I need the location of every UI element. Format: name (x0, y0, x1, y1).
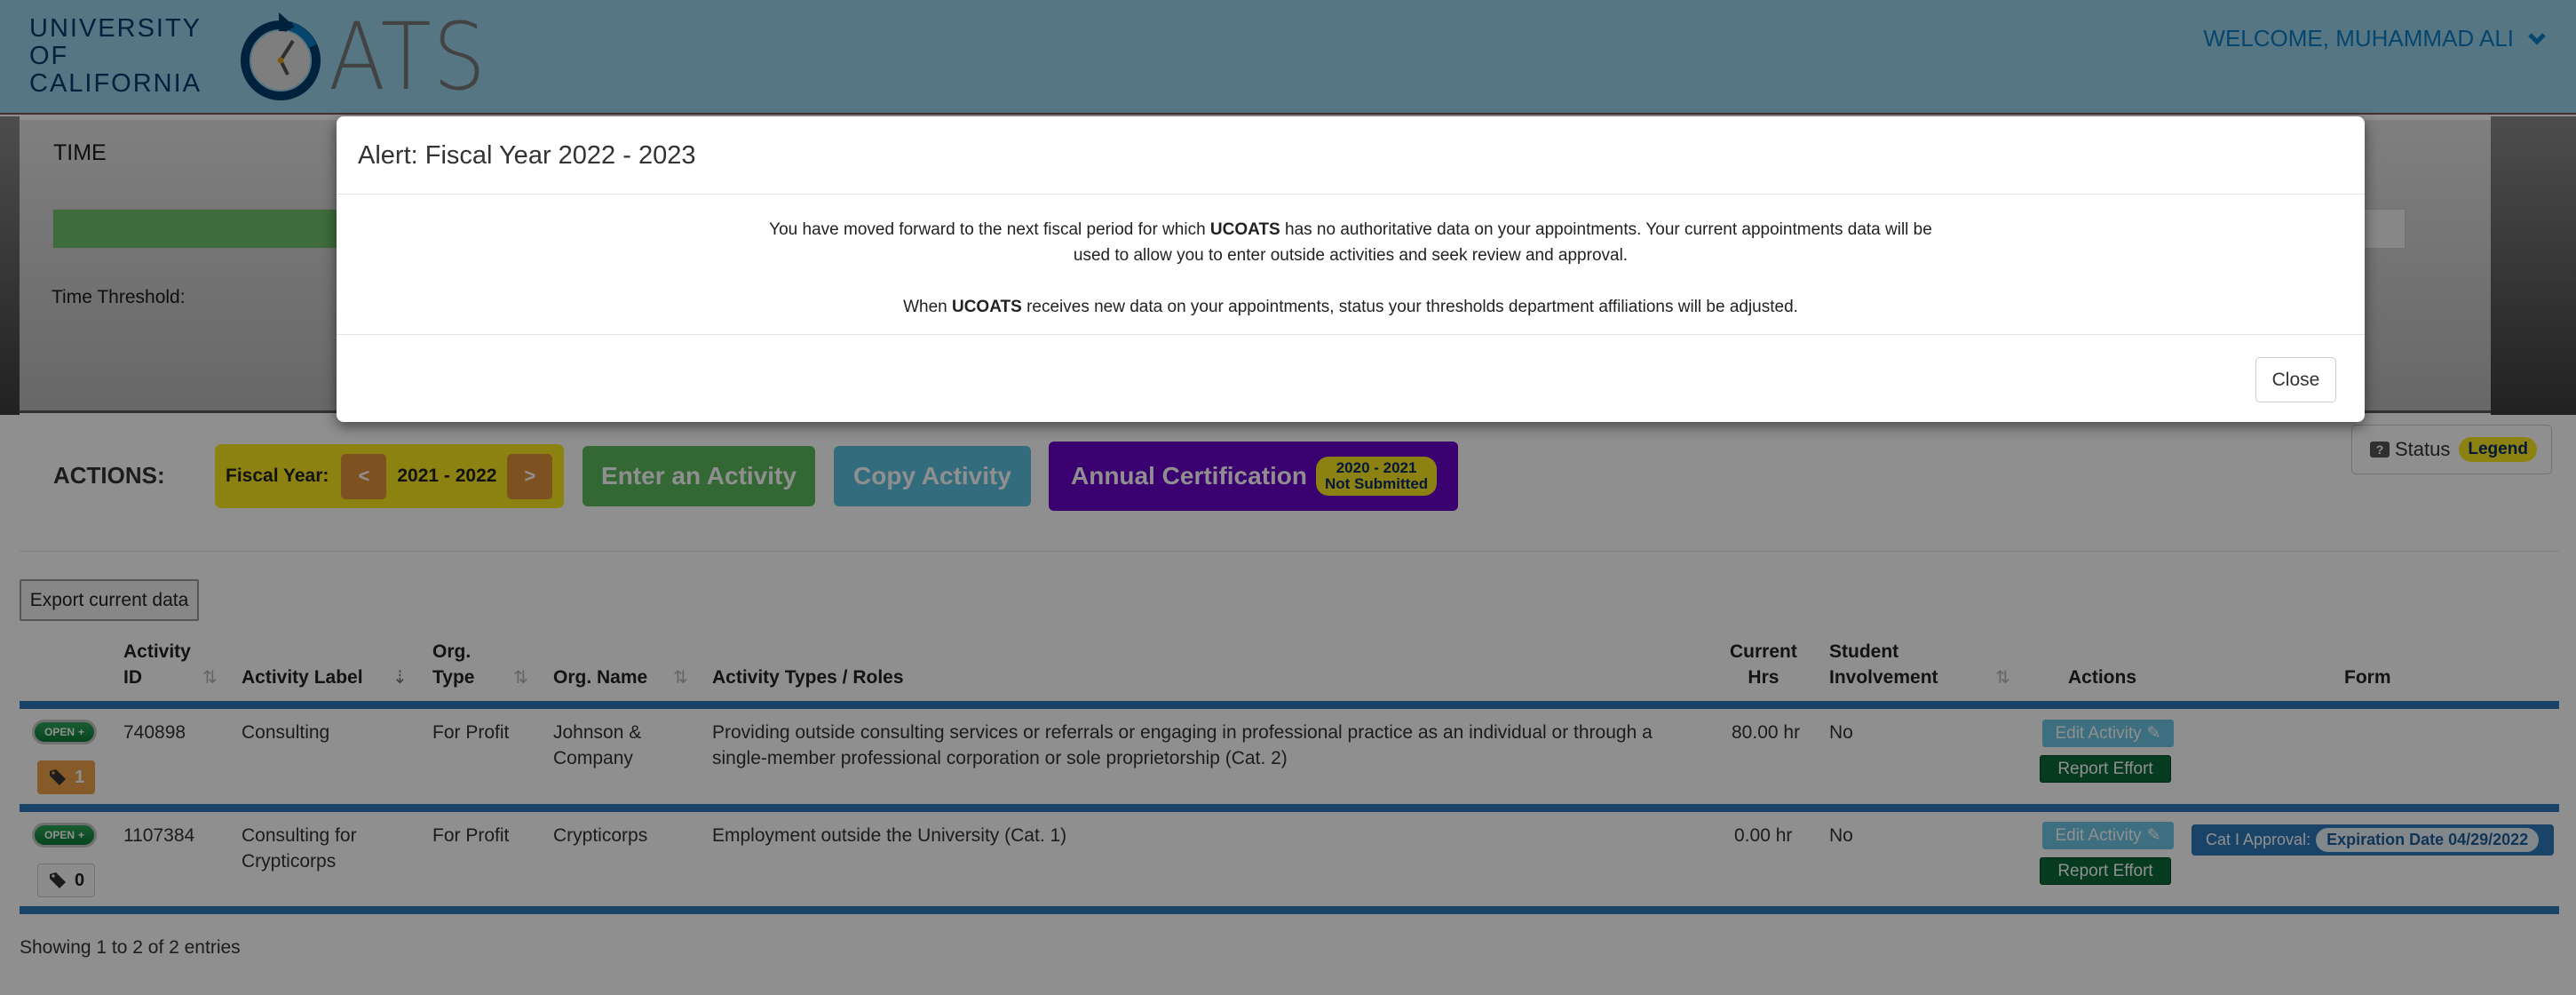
brand-name: UCOATS (1209, 220, 1280, 239)
text: receives new data on your appointments, … (1021, 298, 1798, 316)
brand-name: UCOATS (951, 298, 1022, 316)
modal-message-2: When UCOATS receives new data on your ap… (337, 294, 2365, 320)
modal-footer: Close (337, 336, 2365, 422)
close-button[interactable]: Close (2255, 357, 2336, 402)
fiscal-year-alert-modal: Alert: Fiscal Year 2022 - 2023 You have … (337, 116, 2365, 422)
text: When (903, 298, 952, 316)
modal-header: Alert: Fiscal Year 2022 - 2023 (337, 116, 2365, 195)
text: has no authoritative data on your appoin… (1280, 220, 1932, 239)
modal-message-1-line-1: You have moved forward to the next fisca… (337, 217, 2365, 243)
modal-message-1-line-2: used to allow you to enter outside activ… (1073, 246, 1629, 265)
modal-body: You have moved forward to the next fisca… (337, 195, 2365, 335)
modal-title: Alert: Fiscal Year 2022 - 2023 (358, 141, 696, 170)
text: You have moved forward to the next fisca… (769, 220, 1210, 239)
modal-message-1: You have moved forward to the next fisca… (337, 217, 2365, 268)
